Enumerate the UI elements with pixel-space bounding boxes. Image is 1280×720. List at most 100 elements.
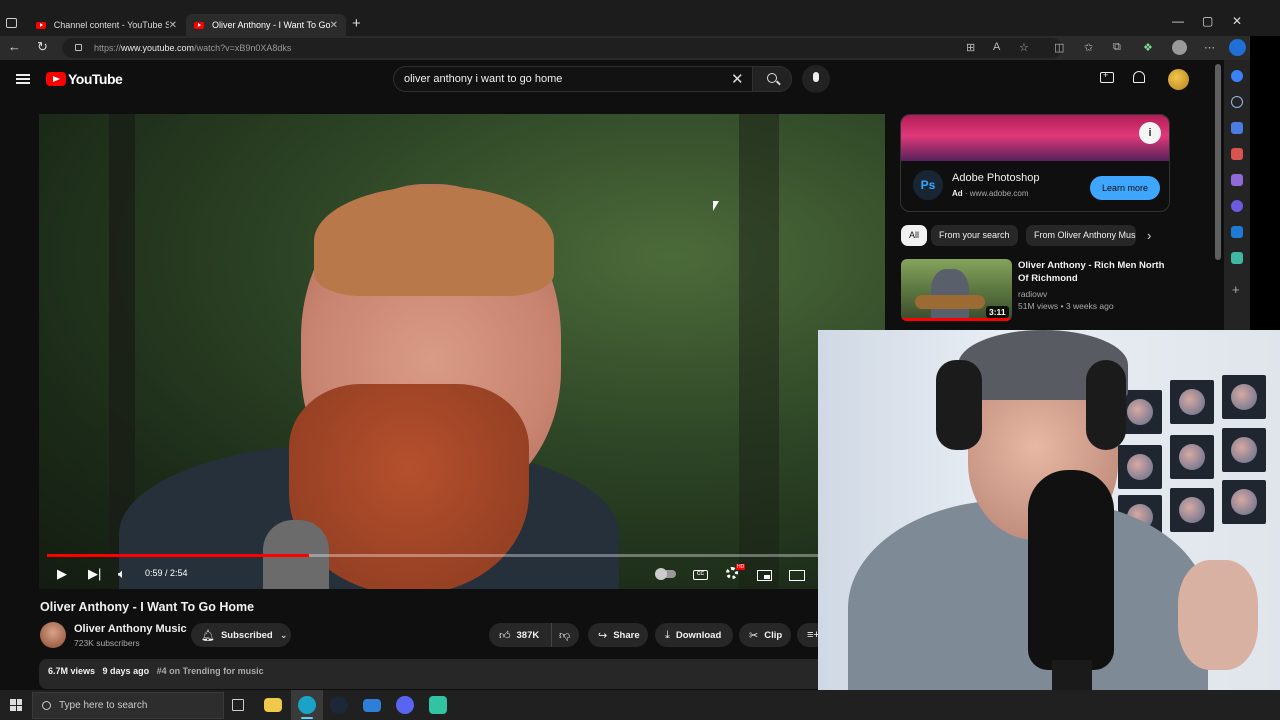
favorites-icon[interactable]: ✩ <box>1084 41 1093 54</box>
sidebar-add-icon[interactable]: + <box>1232 282 1240 297</box>
maximize-icon[interactable]: ▢ <box>1202 14 1213 28</box>
volume-icon[interactable]: 🔈︎ <box>118 566 126 582</box>
sidebar-m365-icon[interactable] <box>1231 200 1243 212</box>
wall-poster <box>1222 375 1266 419</box>
settings-more-icon[interactable]: ⋯ <box>1204 41 1215 54</box>
download-button[interactable]: ⤓ Download <box>655 623 733 647</box>
share-icon: ↪ <box>598 629 608 642</box>
seek-bar[interactable] <box>47 554 819 557</box>
favorite-star-icon[interactable]: ☆ <box>1019 41 1029 54</box>
clip-button[interactable]: ✂ Clip <box>739 623 791 647</box>
clear-search-icon[interactable]: ✕ <box>731 70 744 88</box>
extensions-icon[interactable]: ❖ <box>1143 41 1153 54</box>
search-icon <box>767 73 777 83</box>
notifications-bell-icon[interactable] <box>1133 71 1145 83</box>
ad-title[interactable]: Adobe Photoshop <box>952 172 1039 184</box>
tab-oliver-anthony[interactable]: Oliver Anthony - I Want To Go Home ✕ <box>186 14 346 36</box>
chip-from-channel[interactable]: From Oliver Anthony Music <box>1026 225 1136 246</box>
address-bar-row: ← ↻ https://www.youtube.com/watch?v=xB9n… <box>0 36 1280 60</box>
sidebar-search-icon[interactable] <box>1231 96 1243 108</box>
steam-icon[interactable] <box>330 696 348 714</box>
voice-search-button[interactable] <box>802 65 830 93</box>
video-title: Oliver Anthony - I Want To Go Home <box>40 600 255 614</box>
sidebar-shopping-icon[interactable] <box>1231 122 1243 134</box>
autoplay-toggle[interactable] <box>655 568 676 580</box>
discord-icon[interactable] <box>396 696 414 714</box>
youtube-favicon-icon <box>36 21 46 29</box>
sidebar-send-icon[interactable] <box>1231 252 1243 264</box>
chevron-right-icon[interactable]: › <box>1147 228 1151 243</box>
sidebar-outlook-icon[interactable] <box>1231 226 1243 238</box>
webcam-overlay <box>818 330 1280 720</box>
recommendation-views: 51M views <box>1018 301 1059 311</box>
youtube-logo-icon[interactable] <box>46 72 66 86</box>
create-video-icon[interactable] <box>1100 70 1114 83</box>
streamlabs-icon[interactable] <box>429 696 447 714</box>
play-icon[interactable]: ▶ <box>57 566 67 582</box>
share-button[interactable]: ↪ Share <box>588 623 648 647</box>
back-icon[interactable]: ← <box>8 39 21 54</box>
windows-start-icon[interactable] <box>10 699 22 711</box>
miniplayer-icon[interactable] <box>757 570 772 581</box>
video-player[interactable]: ▶ ▶| 🔈︎ 0:59 / 2:54 CC HD <box>39 114 885 589</box>
thumbnail-guitar <box>915 295 985 309</box>
learn-more-button[interactable]: Learn more <box>1090 176 1160 200</box>
search-button[interactable] <box>752 66 792 92</box>
tab-close-icon[interactable]: ✕ <box>169 20 177 31</box>
clip-label: Clip <box>764 629 783 641</box>
ad-info-icon[interactable]: i <box>1139 122 1161 144</box>
chevron-down-icon: ⌄ <box>279 629 288 641</box>
menu-icon[interactable] <box>16 74 30 84</box>
like-count: 387K <box>516 629 540 641</box>
account-avatar[interactable] <box>1168 69 1189 90</box>
channel-name[interactable]: Oliver Anthony Music <box>74 623 187 635</box>
tab-close-icon[interactable]: ✕ <box>330 20 338 31</box>
wall-poster <box>1222 480 1266 524</box>
task-view-icon[interactable] <box>232 699 244 711</box>
subscriber-count: 723K subscribers <box>74 638 140 648</box>
seek-bar-played <box>47 554 309 557</box>
scrollbar-thumb[interactable] <box>1215 64 1221 260</box>
streamer-hand <box>1178 560 1258 670</box>
new-tab-icon[interactable]: + <box>352 15 361 32</box>
theater-mode-icon[interactable] <box>789 570 805 581</box>
channel-avatar[interactable] <box>40 622 66 648</box>
lock-icon[interactable] <box>75 44 82 51</box>
tab-label: Oliver Anthony - I Want To Go Home <box>211 20 330 30</box>
ad-banner-image <box>901 115 1169 161</box>
recommendation-title[interactable]: Oliver Anthony - Rich Men North Of Richm… <box>1018 259 1168 285</box>
chip-all[interactable]: All <box>901 225 928 246</box>
ad-card[interactable]: i Ps Adobe Photoshop Ad · www.adobe.com … <box>900 114 1170 212</box>
profile-icon[interactable] <box>1172 40 1187 55</box>
sidebar-tools-icon[interactable] <box>1231 148 1243 160</box>
taskbar-search-input[interactable]: Type here to search <box>32 692 224 719</box>
refresh-icon[interactable]: ↻ <box>37 39 48 55</box>
sidebar-games-icon[interactable] <box>1231 174 1243 186</box>
subscribed-button[interactable]: 🔔︎ Subscribed ⌄ <box>191 623 291 647</box>
next-icon[interactable]: ▶| <box>88 566 101 582</box>
trending-label[interactable]: #4 on Trending for music <box>157 666 264 676</box>
collections-icon[interactable]: ⧉ <box>1113 41 1121 54</box>
sidebar-bing-icon[interactable] <box>1231 70 1243 82</box>
captions-icon[interactable]: CC <box>693 570 708 580</box>
download-icon: ⤓ <box>665 628 670 641</box>
recommendation-channel[interactable]: radiowv <box>1018 289 1047 299</box>
bing-copilot-icon[interactable] <box>1229 39 1246 56</box>
tab-youtube-studio[interactable]: Channel content - YouTube Studio ✕ <box>28 14 185 36</box>
app-available-icon[interactable]: ⊞ <box>966 41 975 54</box>
file-explorer-icon[interactable] <box>264 698 282 712</box>
search-input[interactable]: oliver anthony i want to go home <box>393 66 753 92</box>
tab-actions-icon[interactable] <box>6 18 17 28</box>
dislike-button[interactable]: 👎︎ <box>551 623 579 647</box>
chip-from-your-search[interactable]: From your search <box>931 225 1018 246</box>
bell-icon: 🔔︎ <box>201 629 215 642</box>
mail-icon[interactable] <box>363 699 381 712</box>
edge-browser-icon[interactable] <box>298 696 316 714</box>
minimize-icon[interactable]: — <box>1172 14 1184 28</box>
split-screen-icon[interactable]: ◫ <box>1054 41 1064 54</box>
window-close-icon[interactable]: ✕ <box>1232 14 1242 28</box>
url-field[interactable]: https://www.youtube.com/watch?v=xB9n0XA8… <box>62 38 1062 58</box>
like-button[interactable]: 👍︎ 387K <box>489 623 551 647</box>
read-aloud-icon[interactable]: A <box>993 41 1000 53</box>
youtube-logo-text[interactable]: YouTube <box>68 71 123 87</box>
